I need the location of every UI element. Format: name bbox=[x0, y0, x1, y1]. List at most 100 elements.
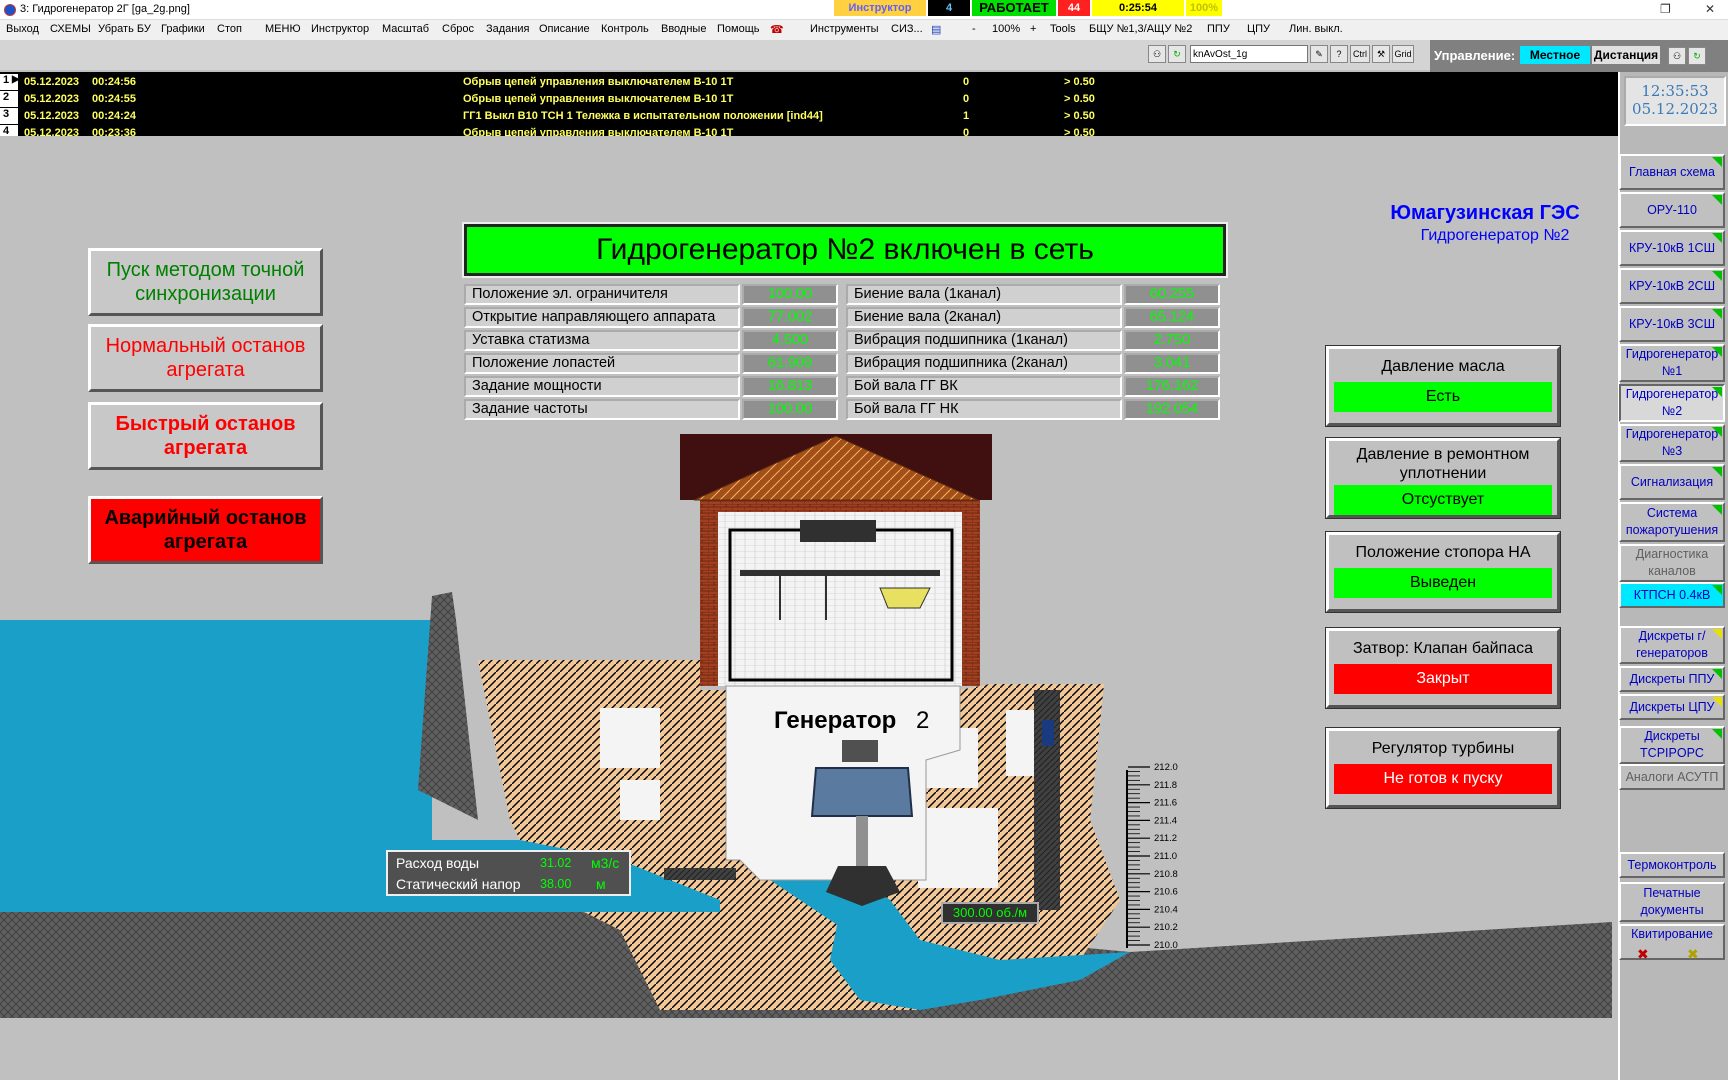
nav-button-19[interactable]: Печатные документы bbox=[1619, 882, 1725, 922]
menu-item-description[interactable]: Описание bbox=[539, 23, 590, 35]
parameter-value[interactable]: 2.750 bbox=[1124, 330, 1220, 351]
parameter-value[interactable]: 3.041 bbox=[1124, 353, 1220, 374]
menu-item-siz[interactable]: СИЗ... bbox=[891, 23, 923, 35]
menu-item-inputs[interactable]: Вводные bbox=[661, 23, 706, 35]
nav-button-4[interactable]: КРУ-10кВ 2СШ bbox=[1619, 268, 1725, 304]
normal-stop-button[interactable]: Нормальный останов агрегата bbox=[88, 324, 323, 392]
nav-button-11[interactable]: Диагностика каналов bbox=[1619, 544, 1725, 582]
parameter-value[interactable]: 16.813 bbox=[742, 376, 838, 397]
nav-button-12[interactable]: КТПСН 0.4кВ bbox=[1619, 582, 1725, 608]
menu-item-exit[interactable]: Выход bbox=[6, 23, 39, 35]
oil-pressure-status[interactable]: Давление масла Есть bbox=[1325, 345, 1561, 427]
menu-item-hide-bu[interactable]: Убрать БУ bbox=[98, 23, 151, 35]
menu-item-graphs[interactable]: Графики bbox=[161, 23, 205, 35]
wicket-lock-status[interactable]: Положение стопора НА Выведен bbox=[1325, 531, 1561, 613]
nav-button-2[interactable]: ОРУ-110 bbox=[1619, 192, 1725, 228]
restore-window-icon[interactable]: ❐ bbox=[1660, 2, 1671, 16]
grid-button[interactable]: Grid bbox=[1392, 45, 1414, 63]
parameter-value[interactable]: 100.00 bbox=[742, 284, 838, 305]
nav-button-5[interactable]: КРУ-10кВ 3СШ bbox=[1619, 306, 1725, 342]
nav-button-1[interactable]: Главная схема bbox=[1619, 154, 1725, 190]
ack-cross-icon[interactable]: ✖ bbox=[1687, 946, 1699, 963]
nav-button-10[interactable]: Система пожаротушения bbox=[1619, 502, 1725, 542]
nav-button-20[interactable]: Квитирование ✖ ✖ bbox=[1619, 924, 1725, 963]
menu-item-ppu[interactable]: ППУ bbox=[1207, 23, 1230, 35]
event-row[interactable]: 4 05.12.2023 00:23:36 Обрыв цепей управл… bbox=[0, 125, 1618, 136]
room bbox=[600, 708, 660, 768]
nav-button-8[interactable]: Гидрогенератор №3 bbox=[1619, 424, 1725, 462]
parameter-label: Бой вала ГГ ВК bbox=[846, 376, 1122, 397]
nav-button-18[interactable]: Термоконтроль bbox=[1619, 852, 1725, 878]
event-log[interactable]: 1 ▶ 05.12.2023 00:24:56 Обрыв цепей упра… bbox=[0, 72, 1618, 136]
signal-search-input[interactable] bbox=[1190, 45, 1308, 63]
menu-item-reset[interactable]: Сброс bbox=[442, 23, 474, 35]
turbine-governor-status[interactable]: Регулятор турбины Не готов к пуску bbox=[1325, 727, 1561, 809]
menu-item-stop[interactable]: Стоп bbox=[217, 23, 242, 35]
generator-label: Генератор bbox=[774, 707, 896, 734]
close-window-icon[interactable]: ✕ bbox=[1705, 2, 1715, 16]
menu-item-help[interactable]: Помощь bbox=[717, 23, 760, 35]
help-button[interactable]: ? bbox=[1330, 45, 1348, 63]
nav-button-16[interactable]: Дискреты TCPIPOPC bbox=[1619, 726, 1725, 764]
tools-icon[interactable]: ⚒ bbox=[1372, 45, 1390, 63]
fast-stop-button[interactable]: Быстрый останов агрегата bbox=[88, 402, 323, 470]
refresh-icon[interactable]: ↻ bbox=[1688, 47, 1706, 65]
parameter-value[interactable]: 100.00 bbox=[742, 399, 838, 420]
alarm-count-indicator[interactable]: 44 bbox=[1058, 0, 1090, 16]
menu-item-control[interactable]: Контроль bbox=[601, 23, 649, 35]
emergency-stop-button[interactable]: Аварийный останов агрегата bbox=[88, 496, 323, 564]
menu-item-instructor[interactable]: Инструктор bbox=[311, 23, 369, 35]
refresh-icon[interactable]: ↻ bbox=[1168, 45, 1186, 63]
edit-icon[interactable]: ✎ bbox=[1310, 45, 1328, 63]
nav-button-17[interactable]: Аналоги АСУТП bbox=[1619, 764, 1725, 790]
nav-button-9[interactable]: Сигнализация bbox=[1619, 464, 1725, 500]
menu-item-tasks[interactable]: Задания bbox=[486, 23, 529, 35]
nav-button-3[interactable]: КРУ-10кВ 1СШ bbox=[1619, 230, 1725, 266]
phone-icon[interactable]: ☎ bbox=[770, 23, 784, 36]
room bbox=[918, 808, 998, 888]
parameter-value[interactable]: 61.909 bbox=[742, 353, 838, 374]
ack-cross-icon[interactable]: ✖ bbox=[1637, 946, 1649, 963]
menu-item-scale[interactable]: Масштаб bbox=[382, 23, 429, 35]
ctrl-button[interactable]: Ctrl bbox=[1350, 45, 1370, 63]
parameter-value[interactable]: 176.162 bbox=[1124, 376, 1220, 397]
parameter-value[interactable]: 192.054 bbox=[1124, 399, 1220, 420]
zoom-out-button[interactable]: - bbox=[972, 23, 976, 35]
parameter-value[interactable]: 4.500 bbox=[742, 330, 838, 351]
network-icon[interactable]: ⚇ bbox=[1148, 45, 1166, 63]
control-mode-bar: Управление: Местное Дистанция ⚇ ↻ bbox=[1430, 40, 1728, 72]
menu-item-tools[interactable]: Tools bbox=[1050, 23, 1076, 35]
network-icon[interactable]: ⚇ bbox=[1668, 47, 1686, 65]
document-icon[interactable]: ▤ bbox=[931, 23, 941, 36]
instructor-indicator[interactable]: Инструктор bbox=[834, 0, 926, 16]
event-row[interactable]: 1 ▶ 05.12.2023 00:24:56 Обрыв цепей упра… bbox=[0, 74, 1618, 90]
nav-button-14[interactable]: Дискреты ППУ bbox=[1619, 666, 1725, 692]
menu-item-menu[interactable]: МЕНЮ bbox=[265, 23, 301, 35]
parameter-value[interactable]: 65.124 bbox=[1124, 307, 1220, 328]
menu-item-line-switch[interactable]: Лин. выкл. bbox=[1289, 23, 1343, 35]
event-row[interactable]: 2 05.12.2023 00:24:55 Обрыв цепей управл… bbox=[0, 91, 1618, 107]
nav-button-label: Гидрогенератор №3 bbox=[1625, 427, 1719, 458]
menu-item-cpu[interactable]: ЦПУ bbox=[1247, 23, 1270, 35]
menu-item-bshu[interactable]: БЩУ №1,3/АЩУ №2 bbox=[1089, 23, 1192, 35]
seal-pressure-status[interactable]: Давление в ремонтном уплотнении Отсуствуе… bbox=[1325, 437, 1561, 519]
scale-tick-label: 210.8 bbox=[1154, 869, 1178, 880]
nav-button-7[interactable]: Гидрогенератор №2 bbox=[1619, 384, 1725, 422]
nav-button-label: Дискреты г/генераторов bbox=[1636, 629, 1708, 660]
zoom-in-button[interactable]: + bbox=[1030, 23, 1036, 35]
nav-button-15[interactable]: Дискреты ЦПУ bbox=[1619, 694, 1725, 720]
nav-button-6[interactable]: Гидрогенератор №1 bbox=[1619, 344, 1725, 382]
parameter-value[interactable]: 77.002 bbox=[742, 307, 838, 328]
local-mode-button[interactable]: Местное bbox=[1520, 46, 1590, 64]
parameter-label: Задание частоты bbox=[464, 399, 740, 420]
nav-button-label: Дискреты ЦПУ bbox=[1629, 699, 1715, 714]
event-row[interactable]: 3 05.12.2023 00:24:24 ГГ1 Выкл В10 ТСН 1… bbox=[0, 108, 1618, 124]
sync-start-button[interactable]: Пуск методом точной синхронизации bbox=[88, 248, 323, 316]
event-text: Обрыв цепей управления выключателем В-10… bbox=[463, 93, 734, 105]
menu-item-schemes[interactable]: СХЕМЫ bbox=[50, 23, 91, 35]
remote-mode-button[interactable]: Дистанция bbox=[1592, 46, 1660, 64]
parameter-value[interactable]: 60.255 bbox=[1124, 284, 1220, 305]
menu-item-tools-ru[interactable]: Инструменты bbox=[810, 23, 879, 35]
nav-button-13[interactable]: Дискреты г/генераторов bbox=[1619, 626, 1725, 664]
bypass-valve-status[interactable]: Затвор: Клапан байпаса Закрыт bbox=[1325, 627, 1561, 709]
